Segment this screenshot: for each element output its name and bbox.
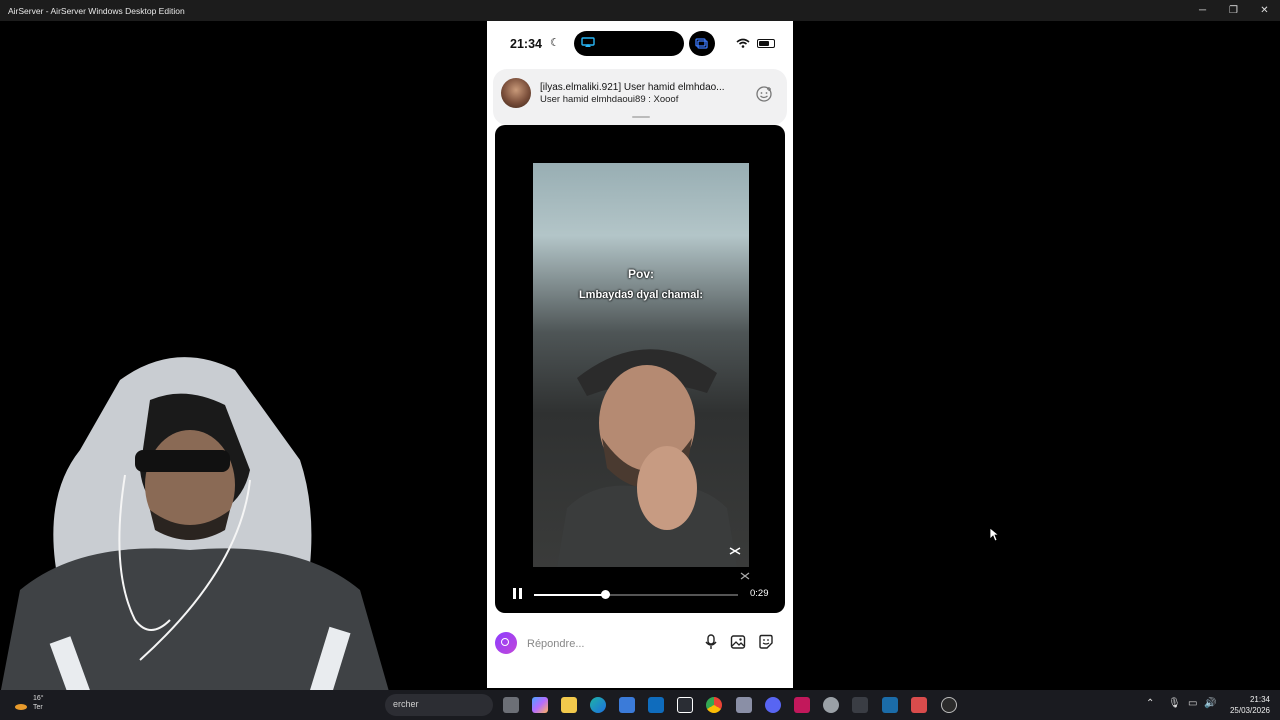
reply-bar <box>495 626 785 660</box>
notification-grabber[interactable] <box>632 116 650 118</box>
video-duration: 0:29 <box>750 588 769 599</box>
volume-icon[interactable]: 🔊 <box>1204 698 1216 709</box>
search-text: ercher <box>393 699 419 709</box>
video-controls: 0:29 <box>495 572 785 605</box>
discord-icon[interactable] <box>765 697 781 713</box>
taskbar-search[interactable]: ercher <box>385 694 493 716</box>
video-player[interactable]: Pov: Lmbayda9 dyal chamal: <box>533 163 749 567</box>
microphone-tray-icon[interactable]: 🎙 <box>1168 698 1181 709</box>
task-view-icon[interactable] <box>503 697 519 713</box>
steam-icon[interactable] <box>882 697 898 713</box>
window-title-bar: AirServer - AirServer Windows Desktop Ed… <box>0 0 1280 21</box>
sticker-icon[interactable] <box>758 634 774 650</box>
file-explorer-icon[interactable] <box>561 697 577 713</box>
window-title: AirServer - AirServer Windows Desktop Ed… <box>8 5 185 16</box>
dynamic-island-secondary <box>689 31 715 56</box>
minimize-button[interactable]: ─ <box>1187 0 1218 21</box>
app-x-icon[interactable] <box>823 697 839 713</box>
weather-icon[interactable] <box>14 700 28 710</box>
screen-mirroring-icon <box>581 37 595 47</box>
capcut-logo-icon <box>740 572 750 580</box>
weather-temp: 16° <box>33 695 44 702</box>
edge-icon[interactable] <box>590 697 606 713</box>
weather-app-icon[interactable] <box>911 697 927 713</box>
emoji-reaction-icon[interactable] <box>755 85 773 103</box>
app-a-icon[interactable] <box>794 697 810 713</box>
camera-button[interactable] <box>495 632 517 654</box>
copilot-icon[interactable] <box>532 697 548 713</box>
weather-widget[interactable]: 16° Ter <box>33 694 44 712</box>
reply-input[interactable] <box>525 632 689 656</box>
steam-link-icon[interactable] <box>852 697 868 713</box>
video-progress-fill <box>534 594 606 596</box>
video-caption-line2: Lmbayda9 dyal chamal: <box>578 289 704 301</box>
video-progress-knob[interactable] <box>601 590 611 599</box>
notification-title: [ilyas.elmaliki.921] User hamid elmhdao.… <box>540 82 725 93</box>
avatar <box>501 78 531 108</box>
store-icon[interactable] <box>619 697 635 713</box>
battery-icon <box>757 39 775 48</box>
chrome-icon[interactable] <box>706 697 722 713</box>
status-bar: 21:34 ☾ <box>487 21 793 67</box>
screen-mirroring-icon <box>695 38 708 49</box>
capcut-logo-icon <box>729 547 741 555</box>
wifi-icon <box>736 38 750 48</box>
notification-message: User hamid elmhdaoui89 : Xooof <box>540 94 679 105</box>
mouse-cursor-icon <box>989 527 999 542</box>
video-message-card: Pov: Lmbayda9 dyal chamal: 0:29 <box>495 125 785 613</box>
clock-date: 25/03/2026 <box>1229 706 1270 715</box>
obs-icon[interactable] <box>941 697 957 713</box>
restore-button[interactable]: ❐ <box>1218 0 1249 21</box>
weather-label: Ter <box>33 704 43 711</box>
video-person-image <box>557 349 737 567</box>
network-icon[interactable]: ▭ <box>1188 698 1197 709</box>
clock-time: 21:34 <box>1249 695 1270 704</box>
video-caption-line1: Pov: <box>627 267 654 281</box>
phone-screen: 21:34 ☾ [ilyas.elmaliki.921] User hamid … <box>487 21 793 688</box>
game-icon[interactable] <box>736 697 752 713</box>
taskbar-clock[interactable]: 21:34 25/03/2026 <box>1220 694 1270 716</box>
close-button[interactable]: ✕ <box>1249 0 1280 21</box>
pause-icon[interactable] <box>513 588 522 599</box>
microphone-icon[interactable] <box>704 634 718 650</box>
status-time: 21:34 <box>510 37 542 51</box>
tray-overflow-icon[interactable]: ⌃ <box>1146 698 1154 709</box>
moon-icon: ☾ <box>550 37 560 49</box>
video-progress-bar[interactable] <box>534 590 738 599</box>
windows-taskbar: 16° Ter ercher ⌃ 🎙 ▭ 🔊 21:34 25/03/2026 <box>0 690 1280 720</box>
outlook-icon[interactable] <box>648 697 664 713</box>
gallery-icon[interactable] <box>730 634 746 650</box>
message-notification[interactable]: [ilyas.elmaliki.921] User hamid elmhdao.… <box>493 69 787 125</box>
dynamic-island <box>574 31 684 56</box>
snipping-icon[interactable] <box>677 697 693 713</box>
webcam-overlay <box>0 357 390 695</box>
